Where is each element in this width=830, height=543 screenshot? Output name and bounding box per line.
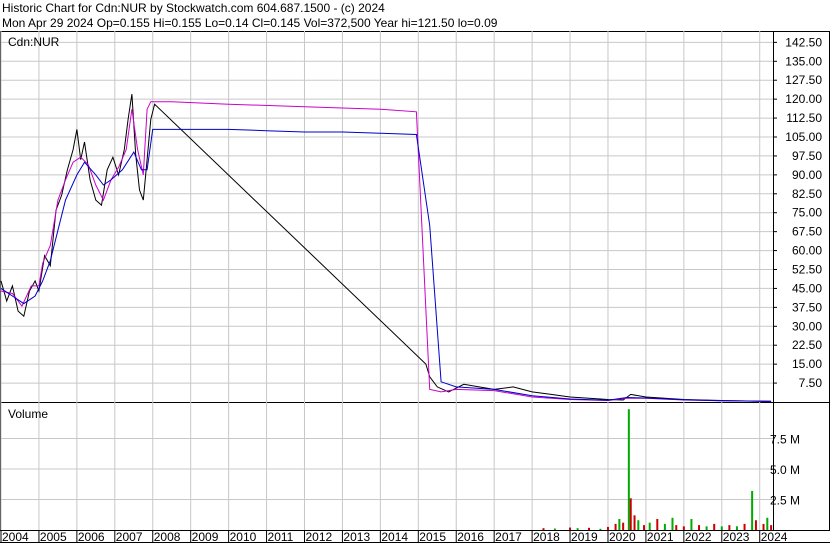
x-tick-label: 2015 bbox=[419, 530, 446, 543]
volume-bar bbox=[622, 522, 625, 530]
volume-bar bbox=[614, 523, 617, 530]
volume-bar bbox=[705, 526, 708, 530]
volume-bar bbox=[728, 525, 731, 530]
y-tick-label: 22.50 bbox=[792, 338, 822, 352]
x-tick-label: 2006 bbox=[78, 530, 105, 543]
x-tick-label: 2018 bbox=[533, 530, 560, 543]
x-tick-label: 2020 bbox=[609, 530, 636, 543]
volume-bar bbox=[675, 525, 678, 530]
volume-bar bbox=[576, 528, 579, 530]
volume-bar bbox=[637, 520, 640, 530]
volume-bar bbox=[766, 517, 769, 530]
volume-bar bbox=[569, 527, 572, 530]
y-tick-label: 97.50 bbox=[792, 149, 822, 163]
stock-chart: 142.50 135.00 127.50 120.00 112.50 105.00 97.5… bbox=[0, 31, 830, 543]
volume-bar bbox=[770, 525, 773, 530]
x-tick-label: 2007 bbox=[116, 530, 143, 543]
volume-bar bbox=[720, 526, 723, 530]
x-tick-label: 2008 bbox=[154, 530, 181, 543]
x-tick-label: 2005 bbox=[40, 530, 67, 543]
y-tick-label: 135.00 bbox=[785, 54, 822, 68]
x-tick-label: 2021 bbox=[647, 530, 674, 543]
volume-bar bbox=[648, 522, 651, 530]
x-tick-label: 2011 bbox=[268, 530, 294, 543]
volume-panel bbox=[0, 402, 830, 531]
volume-bar bbox=[618, 519, 621, 530]
volume-bar bbox=[682, 526, 685, 530]
y-tick-label: 15.00 bbox=[792, 357, 822, 371]
volume-bar bbox=[690, 519, 693, 530]
volume-bar bbox=[751, 490, 754, 530]
y-tick-label: 120.00 bbox=[785, 92, 822, 106]
volume-tick-label: 5.0 M bbox=[770, 463, 800, 477]
volume-bar bbox=[542, 528, 545, 530]
y-tick-label: 60.00 bbox=[792, 244, 822, 258]
x-tick-label: 2022 bbox=[685, 530, 712, 543]
y-tick-label: 90.00 bbox=[792, 168, 822, 182]
volume-tick-label: 7.5 M bbox=[770, 433, 800, 447]
volume-bar bbox=[633, 515, 636, 530]
volume-panel-title: Volume bbox=[8, 407, 48, 421]
volume-bar bbox=[671, 517, 674, 530]
volume-bar bbox=[713, 523, 716, 530]
volume-bar bbox=[606, 526, 609, 530]
x-tick-label: 2024 bbox=[761, 530, 788, 543]
volume-bar bbox=[629, 498, 632, 530]
volume-bar bbox=[627, 409, 630, 530]
x-tick-label: 2004 bbox=[2, 530, 29, 543]
x-tick-label: 2010 bbox=[230, 530, 257, 543]
y-tick-label: 30.00 bbox=[792, 319, 822, 333]
y-tick-label: 67.50 bbox=[792, 225, 822, 239]
x-tick-label: 2017 bbox=[495, 530, 522, 543]
x-tick-label: 2009 bbox=[192, 530, 219, 543]
y-tick-label: 45.00 bbox=[792, 281, 822, 295]
x-tick-label: 2013 bbox=[343, 530, 370, 543]
volume-bar bbox=[698, 525, 701, 530]
price-panel-title: Cdn:NUR bbox=[8, 35, 60, 49]
price-panel bbox=[0, 31, 830, 403]
x-tick-label: 2023 bbox=[723, 530, 750, 543]
y-tick-label: 52.50 bbox=[792, 263, 822, 277]
volume-bar bbox=[754, 520, 757, 530]
volume-bar bbox=[656, 519, 659, 530]
volume-bar bbox=[663, 523, 666, 530]
x-tick-label: 2019 bbox=[571, 530, 598, 543]
x-tick-label: 2014 bbox=[381, 530, 408, 543]
volume-bar bbox=[762, 523, 765, 530]
y-tick-label: 75.00 bbox=[792, 206, 822, 220]
volume-bar bbox=[643, 525, 646, 530]
volume-bar bbox=[743, 523, 746, 530]
y-tick-label: 7.50 bbox=[799, 376, 823, 390]
volume-bar bbox=[553, 528, 556, 530]
y-tick-label: 112.50 bbox=[786, 111, 822, 125]
y-tick-label: 127.50 bbox=[785, 73, 822, 87]
volume-bar bbox=[735, 526, 738, 530]
y-tick-label: 142.50 bbox=[785, 35, 822, 49]
volume-bar bbox=[599, 528, 602, 530]
x-tick-label: 2012 bbox=[305, 530, 332, 543]
volume-bar bbox=[588, 527, 591, 530]
volume-tick-label: 2.5 M bbox=[770, 494, 800, 508]
x-tick-label: 2016 bbox=[457, 530, 484, 543]
y-tick-label: 37.50 bbox=[792, 300, 822, 314]
y-tick-label: 82.50 bbox=[792, 187, 822, 201]
y-tick-label: 105.00 bbox=[785, 130, 822, 144]
